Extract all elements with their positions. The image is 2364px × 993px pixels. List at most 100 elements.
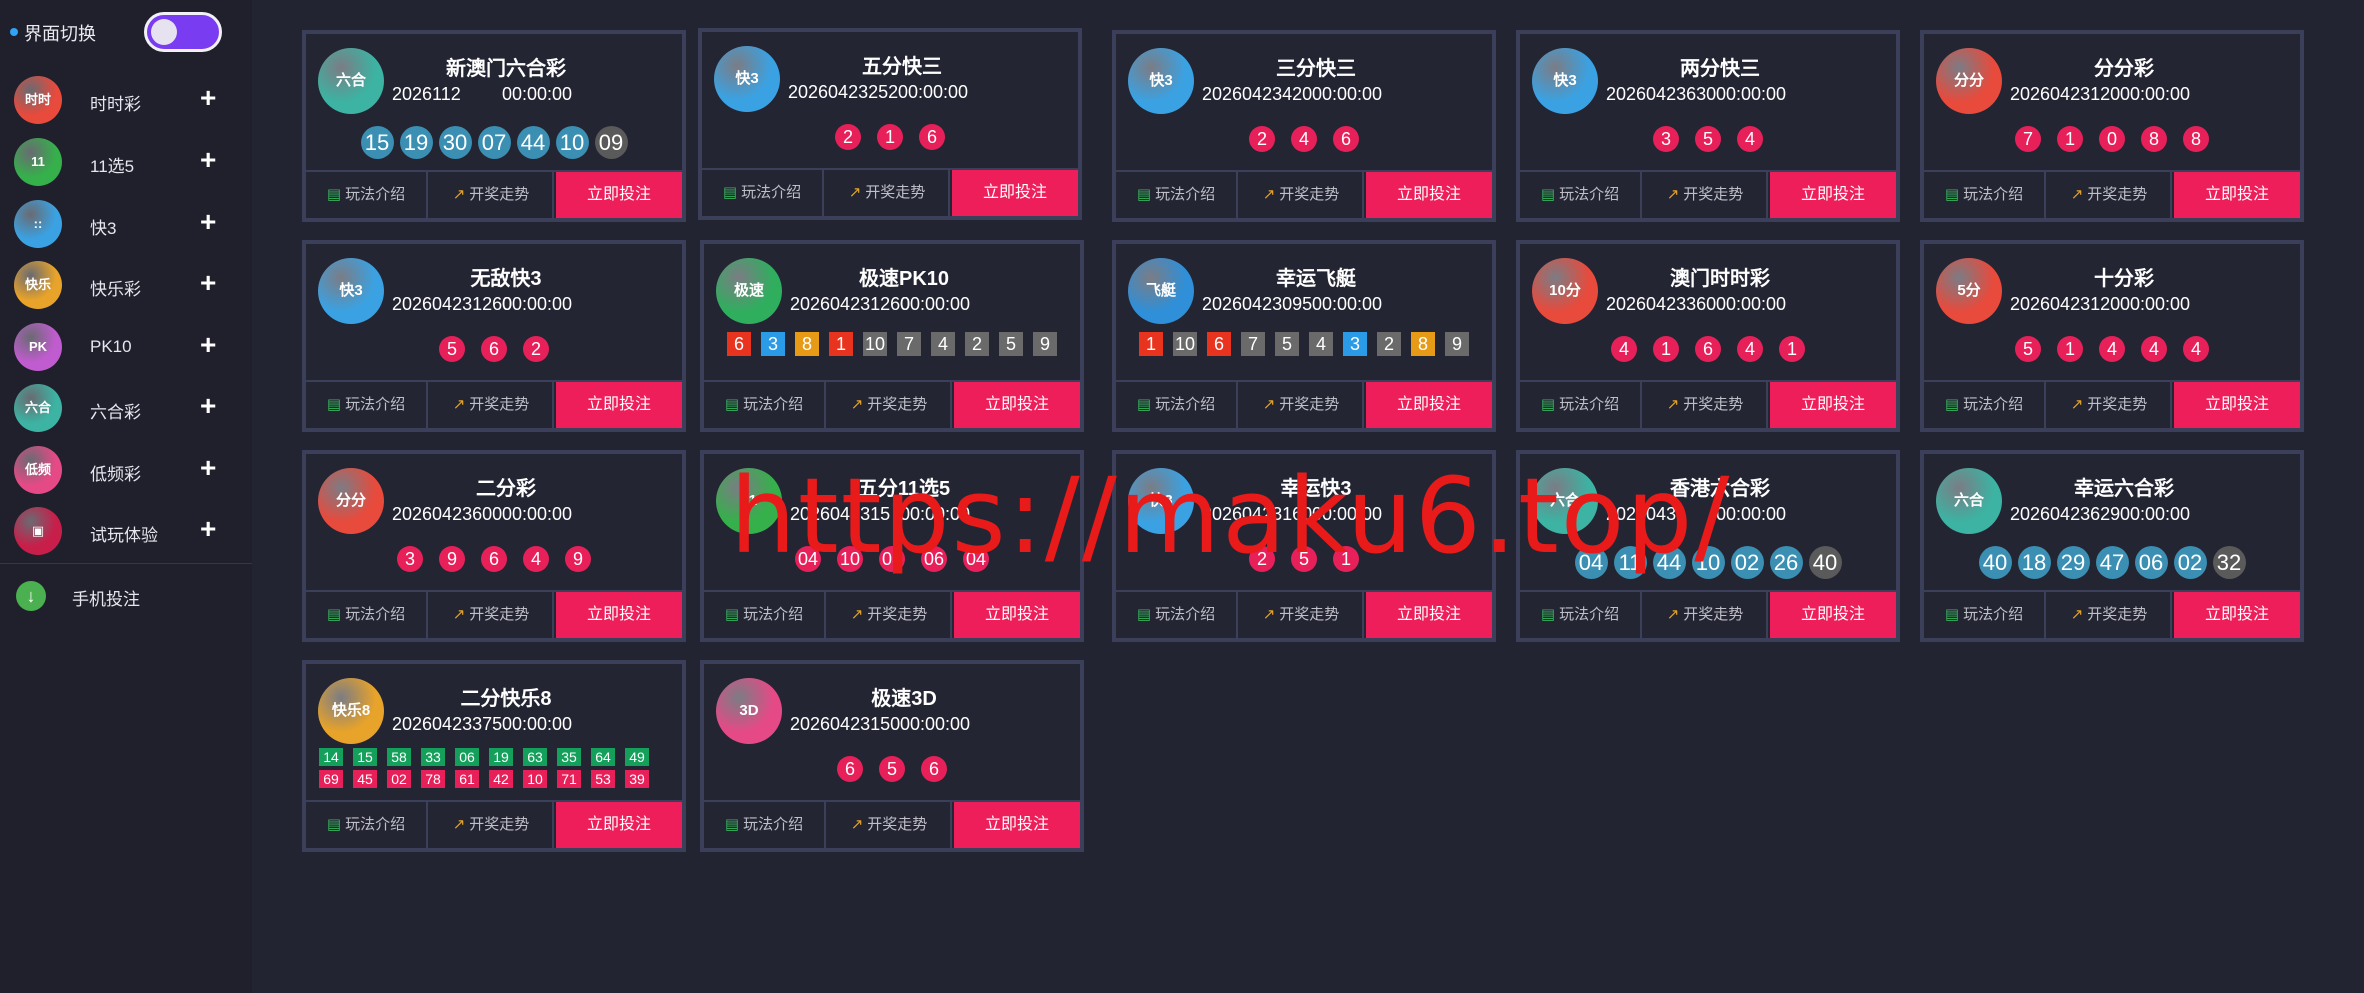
- bet-now-button[interactable]: 立即投注: [954, 382, 1080, 428]
- rules-button[interactable]: ▤ 玩法介绍: [1924, 382, 2046, 428]
- bet-now-button[interactable]: 立即投注: [1770, 592, 1896, 638]
- document-icon: ▤: [326, 816, 342, 833]
- bet-now-button[interactable]: 立即投注: [556, 802, 682, 848]
- rules-button[interactable]: ▤ 玩法介绍: [1924, 172, 2046, 218]
- trend-button[interactable]: ↗ 开奖走势: [828, 802, 952, 848]
- rules-button[interactable]: ▤ 玩法介绍: [1116, 382, 1238, 428]
- result-ball: 1: [1653, 336, 1679, 362]
- result-ball: 19: [399, 126, 433, 159]
- trend-button[interactable]: ↗ 开奖走势: [1644, 592, 1768, 638]
- bet-now-button[interactable]: 立即投注: [954, 802, 1080, 848]
- bet-now-button[interactable]: 立即投注: [1770, 172, 1896, 218]
- sidebar-item[interactable]: 11 11选5 +: [0, 130, 252, 192]
- lottery-card: 快3 无敌快3 202604231260 00:00:00 5 6 2 ▤ 玩法介绍 ↗ 开奖走势立…: [302, 240, 686, 432]
- bet-now-button[interactable]: 立即投注: [954, 592, 1080, 638]
- expand-plus-icon[interactable]: +: [200, 513, 216, 545]
- rules-label: 玩法介绍: [1559, 396, 1620, 413]
- bet-now-button[interactable]: 立即投注: [1770, 382, 1896, 428]
- bet-now-button[interactable]: 立即投注: [1366, 172, 1492, 218]
- rules-label: 玩法介绍: [1155, 606, 1216, 623]
- expand-plus-icon[interactable]: +: [200, 267, 216, 299]
- sidebar-item-mobile-bet[interactable]: ↓ 手机投注: [0, 575, 252, 615]
- trend-button[interactable]: ↗ 开奖走势: [828, 592, 952, 638]
- rules-button[interactable]: ▤ 玩法介绍: [306, 382, 428, 428]
- rules-button[interactable]: ▤ 玩法介绍: [306, 172, 428, 218]
- period-number: 20260423252: [788, 82, 899, 102]
- rules-button[interactable]: ▤ 玩法介绍: [1520, 172, 1642, 218]
- sidebar-item[interactable]: 时时 时时彩 +: [0, 68, 252, 130]
- expand-plus-icon[interactable]: +: [200, 452, 216, 484]
- rules-button[interactable]: ▤ 玩法介绍: [1924, 592, 2046, 638]
- expand-plus-icon[interactable]: +: [200, 390, 216, 422]
- trend-icon: ↗: [850, 816, 864, 833]
- rules-button[interactable]: ▤ 玩法介绍: [704, 802, 826, 848]
- lottery-icon: 分分: [1936, 48, 2002, 114]
- trend-button[interactable]: ↗ 开奖走势: [430, 382, 554, 428]
- rules-button[interactable]: ▤ 玩法介绍: [1116, 592, 1238, 638]
- trend-button[interactable]: ↗ 开奖走势: [430, 592, 554, 638]
- result-square: 71: [557, 770, 581, 788]
- lottery-title: 新澳门六合彩: [446, 58, 566, 80]
- rules-button[interactable]: ▤ 玩法介绍: [306, 802, 428, 848]
- sidebar-divider: [0, 563, 252, 564]
- trend-button[interactable]: ↗ 开奖走势: [430, 172, 554, 218]
- toggle-knob: [151, 19, 177, 45]
- result-ball: 9: [565, 546, 591, 572]
- trend-icon: ↗: [2070, 186, 2084, 203]
- expand-plus-icon[interactable]: +: [200, 144, 216, 176]
- trend-button[interactable]: ↗ 开奖走势: [1644, 172, 1768, 218]
- expand-plus-icon[interactable]: +: [200, 329, 216, 361]
- expand-plus-icon[interactable]: +: [200, 206, 216, 238]
- trend-button[interactable]: ↗ 开奖走势: [1644, 382, 1768, 428]
- card-actions: ▤ 玩法介绍 ↗ 开奖走势 立即投注: [1116, 170, 1492, 218]
- trend-icon: ↗: [1666, 606, 1680, 623]
- rules-button[interactable]: ▤ 玩法介绍: [704, 382, 826, 428]
- rules-button[interactable]: ▤ 玩法介绍: [1520, 592, 1642, 638]
- trend-button[interactable]: ↗ 开奖走势: [1240, 172, 1364, 218]
- sidebar-item[interactable]: ▣ 试玩体验 +: [0, 499, 252, 561]
- trend-button[interactable]: ↗ 开奖走势: [430, 802, 554, 848]
- bet-now-button[interactable]: 立即投注: [2174, 382, 2300, 428]
- result-ball: 15: [360, 126, 394, 159]
- sidebar-item[interactable]: 快乐 快乐彩 +: [0, 253, 252, 315]
- trend-button[interactable]: ↗ 开奖走势: [2048, 382, 2172, 428]
- result-square: 5: [999, 332, 1023, 356]
- trend-button[interactable]: ↗ 开奖走势: [826, 170, 950, 216]
- result-ball: 6: [921, 756, 947, 782]
- sidebar-item[interactable]: 六合 六合彩 +: [0, 376, 252, 438]
- rules-label: 玩法介绍: [1963, 396, 2024, 413]
- result-ball: 06: [2134, 546, 2168, 579]
- category-icon-text: ::: [33, 216, 43, 231]
- result-ball: 2: [835, 124, 861, 150]
- document-icon: ▤: [1136, 606, 1152, 623]
- bet-now-button[interactable]: 立即投注: [556, 172, 682, 218]
- bet-now-button[interactable]: 立即投注: [2174, 592, 2300, 638]
- countdown-timer: 00:00:00: [2120, 294, 2191, 314]
- result-square: 6: [727, 332, 751, 356]
- document-icon: ▤: [1944, 606, 1960, 623]
- sidebar-item[interactable]: PK PK10 +: [0, 315, 252, 377]
- countdown-timer: 00:00:00: [1312, 294, 1383, 314]
- ui-switch-toggle[interactable]: [144, 12, 222, 52]
- lottery-title: 幸运飞艇: [1276, 268, 1356, 290]
- trend-button[interactable]: ↗ 开奖走势: [1240, 382, 1364, 428]
- expand-plus-icon[interactable]: +: [200, 82, 216, 114]
- rules-button[interactable]: ▤ 玩法介绍: [1520, 382, 1642, 428]
- trend-button[interactable]: ↗ 开奖走势: [2048, 592, 2172, 638]
- bet-now-button[interactable]: 立即投注: [2174, 172, 2300, 218]
- bet-now-button[interactable]: 立即投注: [556, 592, 682, 638]
- sidebar-item[interactable]: :: 快3 +: [0, 192, 252, 254]
- bet-now-button[interactable]: 立即投注: [556, 382, 682, 428]
- rules-button[interactable]: ▤ 玩法介绍: [306, 592, 428, 638]
- rules-button[interactable]: ▤ 玩法介绍: [702, 170, 824, 216]
- bet-now-button[interactable]: 立即投注: [1366, 382, 1492, 428]
- trend-button[interactable]: ↗ 开奖走势: [2048, 172, 2172, 218]
- sidebar-item-label: 低频彩: [90, 465, 141, 484]
- sidebar-item[interactable]: 低频 低频彩 +: [0, 438, 252, 500]
- bet-now-button[interactable]: 立即投注: [1366, 592, 1492, 638]
- trend-button[interactable]: ↗ 开奖走势: [828, 382, 952, 428]
- rules-button[interactable]: ▤ 玩法介绍: [704, 592, 826, 638]
- trend-button[interactable]: ↗ 开奖走势: [1240, 592, 1364, 638]
- rules-button[interactable]: ▤ 玩法介绍: [1116, 172, 1238, 218]
- bet-now-button[interactable]: 立即投注: [952, 170, 1078, 216]
